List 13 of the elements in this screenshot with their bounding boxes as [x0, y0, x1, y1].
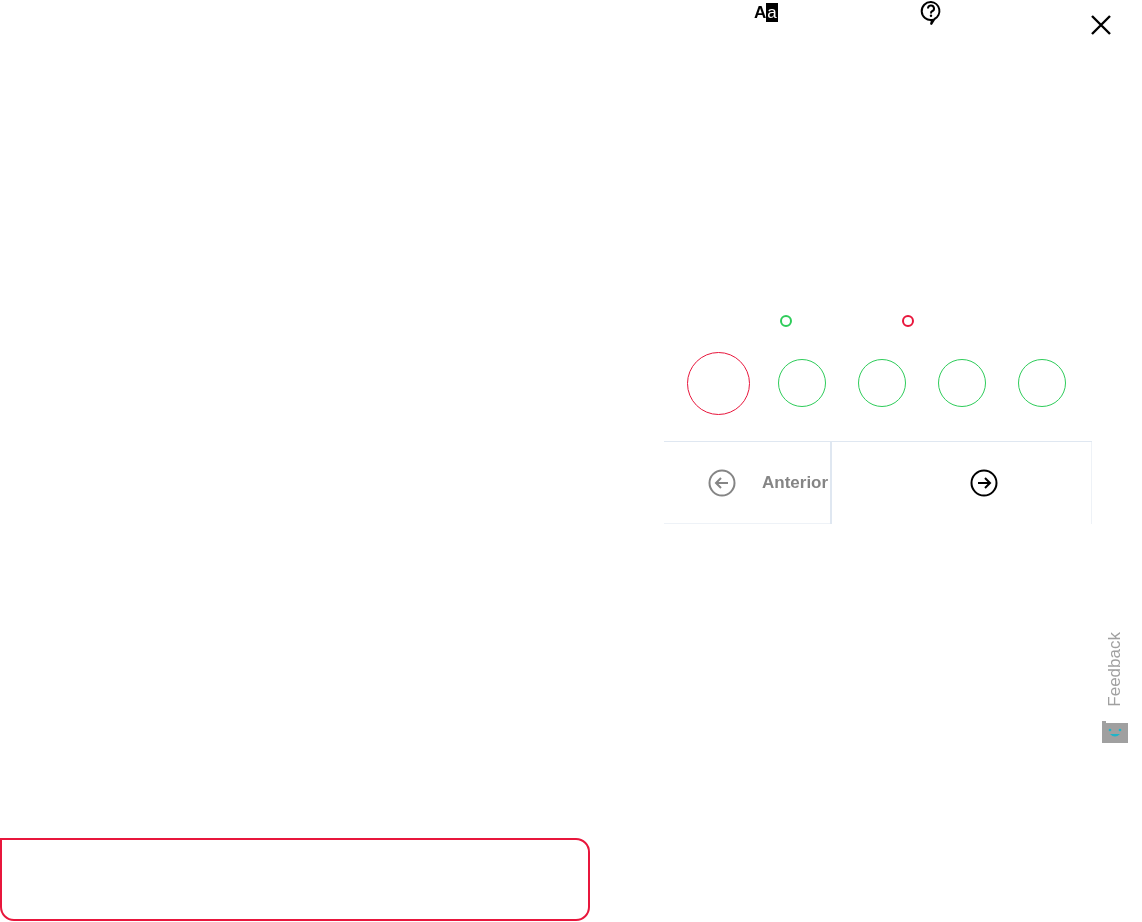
feedback-tab[interactable]: Feedback [1098, 632, 1132, 743]
arrow-right-icon [969, 469, 998, 497]
next-button[interactable] [829, 442, 1092, 524]
step-circle[interactable] [1018, 359, 1066, 407]
close-icon[interactable] [1090, 14, 1112, 36]
answer-box[interactable] [0, 838, 590, 921]
step-circle[interactable] [858, 359, 906, 407]
feedback-label: Feedback [1105, 632, 1125, 707]
arrow-left-icon [708, 468, 736, 497]
smiley-chat-icon [1102, 720, 1128, 743]
help-icon[interactable] [920, 0, 942, 26]
step-circle[interactable] [938, 359, 986, 407]
step-circle[interactable] [778, 359, 826, 407]
